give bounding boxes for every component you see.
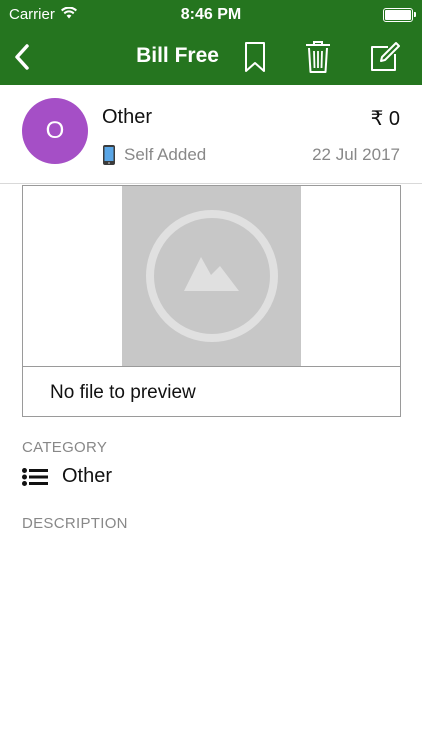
list-icon xyxy=(22,467,48,486)
bookmark-button[interactable] xyxy=(237,38,273,76)
edit-icon xyxy=(371,42,400,71)
category-heading: CATEGORY xyxy=(22,439,108,456)
bookmark-icon xyxy=(245,42,265,72)
bill-date: 22 Jul 2017 xyxy=(312,145,400,164)
preview-message: No file to preview xyxy=(50,382,196,403)
image-placeholder-icon xyxy=(145,210,278,342)
back-chevron-icon xyxy=(15,44,29,70)
category-row: Other xyxy=(22,465,112,488)
page-title: Bill Free xyxy=(136,44,219,67)
source-label: Self Added xyxy=(124,145,207,164)
bill-name: Other xyxy=(102,106,153,128)
preview-divider xyxy=(23,366,400,367)
divider xyxy=(0,183,422,184)
battery-icon xyxy=(383,8,416,22)
back-button[interactable] xyxy=(6,40,38,74)
image-placeholder xyxy=(122,186,301,366)
trash-icon xyxy=(306,41,330,73)
avatar: O xyxy=(22,98,88,164)
status-bar: Carrier 8:46 PM xyxy=(0,0,422,30)
bill-amount: ₹ 0 xyxy=(370,108,400,130)
status-time: 8:46 PM xyxy=(180,6,242,23)
nav-bar: Bill Free xyxy=(0,30,422,85)
phone-icon xyxy=(103,145,115,165)
edit-button[interactable] xyxy=(367,38,403,76)
category-value: Other xyxy=(62,465,113,487)
delete-button[interactable] xyxy=(300,38,336,76)
description-heading: DESCRIPTION xyxy=(22,515,128,532)
source-row: Self Added xyxy=(102,144,206,166)
attachment-preview[interactable]: No file to preview xyxy=(22,185,401,417)
